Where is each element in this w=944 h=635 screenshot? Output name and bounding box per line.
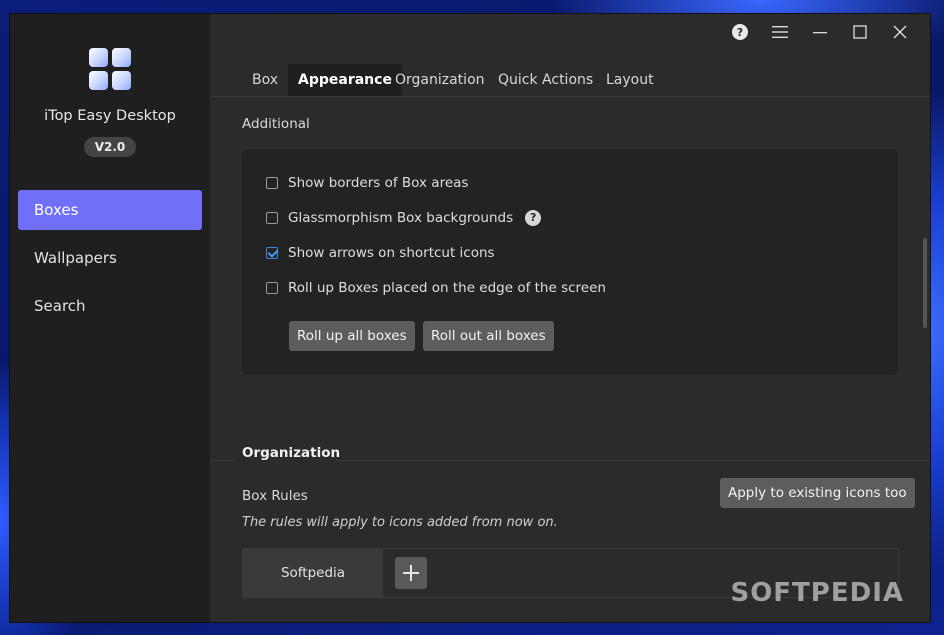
tab-bar: Box Appearance Organization Quick Action… (210, 64, 930, 97)
show-arrows-checkbox[interactable] (266, 247, 278, 259)
tab-organization[interactable]: Organization (385, 64, 495, 96)
menu-icon[interactable] (760, 22, 800, 42)
close-icon[interactable] (880, 22, 920, 42)
app-window: iTop Easy Desktop V2.0 Boxes Wallpapers … (10, 14, 930, 622)
option-label: Glassmorphism Box backgrounds (288, 210, 514, 226)
add-rule-button[interactable] (395, 557, 427, 589)
glassmorphism-checkbox[interactable] (266, 212, 278, 224)
maximize-icon[interactable] (840, 22, 880, 42)
rule-item[interactable]: Softpedia (243, 549, 383, 597)
help-icon[interactable]: ? (525, 210, 542, 226)
option-label: Show arrows on shortcut icons (288, 245, 495, 261)
app-name: iTop Easy Desktop (44, 108, 176, 124)
tab-layout[interactable]: Layout (596, 64, 664, 96)
show-borders-checkbox[interactable] (266, 177, 278, 189)
additional-heading: Additional (242, 116, 310, 132)
sidebar: iTop Easy Desktop V2.0 Boxes Wallpapers … (10, 14, 210, 622)
box-rules-label: Box Rules (242, 488, 308, 504)
titlebar-controls: ? (720, 22, 920, 42)
rules-note: The rules will apply to icons added from… (242, 515, 558, 530)
roll-out-all-button[interactable]: Roll out all boxes (423, 321, 554, 351)
option-glassmorphism[interactable]: Glassmorphism Box backgrounds ? (266, 208, 542, 228)
option-show-arrows[interactable]: Show arrows on shortcut icons (266, 243, 495, 263)
divider (210, 460, 234, 461)
help-icon[interactable]: ? (720, 22, 760, 42)
main-content: ? Box Appearance Organization Quick Acti… (210, 14, 930, 622)
sidebar-item-wallpapers[interactable]: Wallpapers (18, 238, 202, 278)
sidebar-item-boxes[interactable]: Boxes (18, 190, 202, 230)
scrollbar-thumb[interactable] (923, 238, 927, 328)
roll-up-all-button[interactable]: Roll up all boxes (289, 321, 415, 351)
option-roll-up-edge[interactable]: Roll up Boxes placed on the edge of the … (266, 278, 606, 298)
tab-box[interactable]: Box (242, 64, 288, 96)
option-show-borders[interactable]: Show borders of Box areas (266, 173, 468, 193)
watermark-logo: SOFTPEDIA (730, 578, 904, 608)
roll-up-edge-checkbox[interactable] (266, 282, 278, 294)
additional-panel: Show borders of Box areas Glassmorphism … (242, 149, 898, 375)
svg-text:?: ? (737, 26, 743, 39)
app-logo-icon (89, 48, 131, 90)
sidebar-item-search[interactable]: Search (18, 286, 202, 326)
option-label: Show borders of Box areas (288, 175, 469, 191)
divider (336, 460, 930, 461)
organization-title: Organization (242, 445, 341, 461)
minimize-icon[interactable] (800, 22, 840, 42)
apply-existing-icons-button[interactable]: Apply to existing icons too (720, 478, 915, 508)
tab-quick-actions[interactable]: Quick Actions (488, 64, 603, 96)
version-badge: V2.0 (84, 137, 136, 157)
option-label: Roll up Boxes placed on the edge of the … (288, 280, 606, 296)
